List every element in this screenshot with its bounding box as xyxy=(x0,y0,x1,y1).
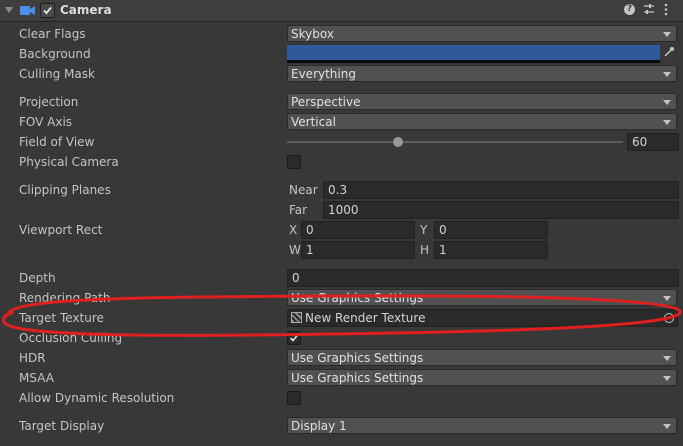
h-label: H xyxy=(420,243,430,257)
chevron-down-icon xyxy=(663,100,671,105)
target-texture-value: New Render Texture xyxy=(305,311,426,325)
component-header: Camera ? xyxy=(0,0,683,22)
viewport-rect-label: Viewport Rect xyxy=(19,223,103,237)
y-field[interactable]: 0 xyxy=(434,221,548,239)
object-picker-icon[interactable] xyxy=(664,313,674,323)
chevron-down-icon xyxy=(663,424,671,429)
occlusion-culling-label: Occlusion Culling xyxy=(19,331,123,345)
culling-mask-dropdown[interactable]: Everything xyxy=(287,65,677,82)
chevron-down-icon xyxy=(663,356,671,361)
fov-axis-label: FOV Axis xyxy=(19,115,73,129)
target-display-label: Target Display xyxy=(19,419,105,433)
fov-value-field[interactable]: 60 xyxy=(627,133,679,151)
near-field[interactable]: 0.3 xyxy=(323,181,679,199)
kebab-menu-icon[interactable] xyxy=(664,3,668,19)
projection-dropdown[interactable]: Perspective xyxy=(287,93,677,110)
fov-axis-value: Vertical xyxy=(291,115,336,129)
eyedropper-icon[interactable] xyxy=(663,46,675,61)
physical-camera-label: Physical Camera xyxy=(19,155,119,169)
chevron-down-icon xyxy=(663,376,671,381)
x-label: X xyxy=(289,223,298,237)
render-texture-icon xyxy=(291,312,302,323)
culling-mask-value: Everything xyxy=(291,67,356,81)
clipping-planes-label: Clipping Planes xyxy=(19,183,111,197)
target-display-dropdown[interactable]: Display 1 xyxy=(287,417,677,434)
projection-label: Projection xyxy=(19,95,79,109)
hdr-label: HDR xyxy=(19,351,46,365)
background-color-field[interactable] xyxy=(287,45,660,63)
target-texture-label: Target Texture xyxy=(19,311,104,325)
chevron-down-icon xyxy=(663,120,671,125)
chevron-down-icon xyxy=(663,32,671,37)
component-title: Camera xyxy=(60,3,112,17)
help-icon[interactable]: ? xyxy=(624,4,635,15)
rendering-path-label: Rendering Path xyxy=(19,291,111,305)
culling-mask-label: Culling Mask xyxy=(19,67,95,81)
fov-axis-dropdown[interactable]: Vertical xyxy=(287,113,677,130)
clear-flags-label: Clear Flags xyxy=(19,27,86,41)
h-field[interactable]: 1 xyxy=(434,241,548,259)
near-label: Near xyxy=(289,183,318,197)
preset-icon[interactable] xyxy=(643,3,655,19)
allow-dynamic-resolution-label: Allow Dynamic Resolution xyxy=(19,391,175,405)
field-of-view-label: Field of View xyxy=(19,135,95,149)
clear-flags-value: Skybox xyxy=(291,27,334,41)
hdr-dropdown[interactable]: Use Graphics Settings xyxy=(287,349,677,366)
enabled-checkbox[interactable] xyxy=(40,3,55,18)
rendering-path-dropdown[interactable]: Use Graphics Settings xyxy=(287,289,677,306)
fov-slider-thumb[interactable] xyxy=(392,137,403,147)
w-label: W xyxy=(289,243,301,257)
allow-dynamic-resolution-checkbox[interactable] xyxy=(287,391,301,405)
depth-label: Depth xyxy=(19,271,56,285)
msaa-label: MSAA xyxy=(19,371,54,385)
chevron-down-icon xyxy=(663,296,671,301)
y-label: Y xyxy=(420,223,428,237)
w-field[interactable]: 1 xyxy=(301,241,415,259)
target-display-value: Display 1 xyxy=(291,419,347,433)
occlusion-culling-checkbox[interactable] xyxy=(287,331,301,345)
hdr-value: Use Graphics Settings xyxy=(291,351,424,365)
chevron-down-icon xyxy=(663,72,671,77)
physical-camera-checkbox[interactable] xyxy=(287,155,301,169)
x-field[interactable]: 0 xyxy=(301,221,415,239)
projection-value: Perspective xyxy=(291,95,361,109)
depth-field[interactable]: 0 xyxy=(287,269,679,287)
background-label: Background xyxy=(19,47,91,61)
rendering-path-value: Use Graphics Settings xyxy=(291,291,424,305)
collapse-arrow-icon[interactable] xyxy=(5,7,13,13)
camera-icon xyxy=(20,5,36,19)
msaa-value: Use Graphics Settings xyxy=(291,371,424,385)
far-label: Far xyxy=(289,203,308,217)
msaa-dropdown[interactable]: Use Graphics Settings xyxy=(287,369,677,386)
far-field[interactable]: 1000 xyxy=(323,201,679,219)
clear-flags-dropdown[interactable]: Skybox xyxy=(287,25,677,42)
target-texture-field[interactable]: New Render Texture xyxy=(287,309,678,327)
fov-slider-track[interactable] xyxy=(287,141,623,143)
